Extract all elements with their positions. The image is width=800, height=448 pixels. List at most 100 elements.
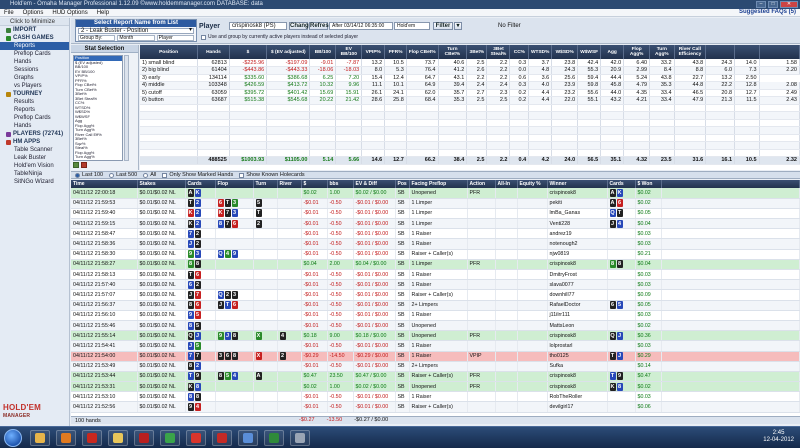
stats-row[interactable]: 4) middle 103348 $426.59 $413.72 10.32 9.96 11…: [140, 81, 800, 90]
maximize-button[interactable]: □: [768, 1, 778, 8]
stats-col-header[interactable]: [759, 45, 800, 59]
sidebar-item-hands[interactable]: Hands: [0, 122, 69, 130]
hand-winner[interactable]: lolprostarl: [547, 340, 608, 352]
refresh-button[interactable]: Refresh: [309, 22, 332, 30]
last500-radio[interactable]: [109, 172, 115, 178]
sidebar-item-preflop-cards[interactable]: Preflop Cards: [0, 114, 69, 122]
hand-row[interactable]: 04/11/12 21:52:56 $0.01/$0.02 NL 9 4 -$0.01-…: [71, 401, 800, 413]
stats-col-header[interactable]: $: [229, 45, 268, 59]
hand-winner[interactable]: DmitryFrost: [547, 269, 608, 281]
sidebar-item-preflop-cards[interactable]: Preflop Cards: [0, 50, 69, 58]
add-stat-icon[interactable]: [73, 162, 79, 168]
hands-col-won[interactable]: $ Won: [635, 180, 662, 188]
hands-col-cards[interactable]: Cards: [185, 180, 216, 188]
stats-col-header[interactable]: Position: [140, 45, 199, 59]
hand-row[interactable]: 04/11/12 22:00:18 $0.01/$0.02 NL A K $0.02 1.…: [71, 188, 800, 199]
change-button[interactable]: Change: [289, 22, 312, 30]
hand-winner[interactable]: downhill77: [547, 289, 608, 301]
hands-col-pos[interactable]: Pos: [395, 180, 410, 188]
stats-row[interactable]: 2) big blind 61404 -$443.86 -$443.33 -18.06-…: [140, 66, 800, 75]
stat-list-item[interactable]: Turn Agg%: [74, 154, 122, 160]
hands-col-equity[interactable]: Equity %: [517, 180, 548, 188]
hand-row[interactable]: 04/11/12 21:59:53 $0.01/$0.02 NL T 2 6 T 3 5 -$0…: [71, 198, 800, 209]
hand-winner[interactable]: pekiti: [547, 198, 608, 209]
stats-row[interactable]: 6) button 63687 $515.38 $545.68 20.22 21.42 28…: [140, 96, 800, 105]
hand-row[interactable]: 04/11/12 21:55:14 $0.01/$0.02 NL Q J 9 J 8 X 4 $0…: [71, 330, 800, 342]
hands-col-facing-preflop[interactable]: Facing Preflop: [409, 180, 468, 188]
chrome-icon[interactable]: [160, 430, 180, 446]
hand-row[interactable]: 04/11/12 21:59:15 $0.01/$0.02 NL K 2 8 7 6 2 -$0…: [71, 218, 800, 230]
date-filter-field[interactable]: After 03/14/12 06:35:00: [329, 22, 393, 30]
suggested-faqs-link[interactable]: Suggested FAQs (5): [739, 9, 796, 15]
stats-col-header[interactable]: BB/100: [309, 45, 337, 59]
remove-stat-icon[interactable]: [81, 162, 87, 168]
stats-col-header[interactable]: PFR%: [384, 45, 407, 59]
stats-col-header[interactable]: Agg: [600, 45, 625, 59]
hand-winner[interactable]: RafaelDoctor: [547, 300, 608, 311]
sidebar-item-tableninja[interactable]: TableNinja: [0, 170, 69, 178]
hand-winner[interactable]: andrez19: [547, 228, 608, 240]
hand-winner[interactable]: crispinosk8: [547, 259, 608, 271]
hand-winner[interactable]: Venti228: [547, 218, 608, 230]
stats-col-header[interactable]: River Call Efficiency: [674, 45, 707, 59]
stats-col-header[interactable]: 3Bet Steal%: [486, 45, 511, 59]
hands-col-all-in[interactable]: All-In: [495, 180, 518, 188]
hand-row[interactable]: 04/11/12 21:55:46 $0.01/$0.02 NL 8 5 -$0.01-…: [71, 320, 800, 332]
poker-icon[interactable]: [134, 430, 154, 446]
hand-row[interactable]: 04/11/12 21:58:13 $0.01/$0.02 NL T 6 -$0.01-…: [71, 269, 800, 281]
stats-col-header[interactable]: VPIP%: [361, 45, 386, 59]
excel-icon[interactable]: [264, 430, 284, 446]
sidebar-section-import[interactable]: IMPORT: [0, 26, 69, 34]
hand-row[interactable]: 04/11/12 21:53:49 $0.01/$0.02 NL 8 2 -$0.01-…: [71, 361, 800, 372]
hands-col-[interactable]: $: [301, 180, 328, 188]
stat-list[interactable]: Position $ (EV adjusted) BB/100 EV BB/100 VP…: [73, 55, 123, 161]
game-type-dropdown[interactable]: Hold'em: [394, 22, 430, 30]
hand-row[interactable]: 04/11/12 21:57:40 $0.01/$0.02 NL 6 2 -$0.01-…: [71, 279, 800, 291]
stats-col-header[interactable]: $ (EV adjusted): [266, 45, 311, 59]
stats-row[interactable]: 5) cutoff 63059 $395.72 $401.42 15.69 15.91 26…: [140, 89, 800, 97]
menu-help[interactable]: Help: [97, 10, 109, 16]
hand-row[interactable]: 04/11/12 21:57:07 $0.01/$0.02 NL J 7 Q 2 3 -$0.…: [71, 289, 800, 301]
hand-winner[interactable]: njw0819: [547, 249, 608, 260]
filter-options-button[interactable]: ▾: [454, 22, 462, 30]
hand-row[interactable]: 04/11/12 21:54:41 $0.01/$0.02 NL J 5 -$0.01-…: [71, 340, 800, 352]
hands-col-turn[interactable]: Turn: [253, 180, 278, 188]
start-button[interactable]: [4, 429, 22, 447]
stat-list-scrollbar[interactable]: [124, 55, 129, 161]
last100-radio[interactable]: [75, 172, 80, 178]
explorer-icon[interactable]: [30, 430, 50, 446]
close-button[interactable]: ✕: [780, 1, 798, 8]
stats-col-header[interactable]: W$SD%: [551, 45, 579, 59]
hands-col-action[interactable]: Action: [467, 180, 496, 188]
stats-col-header[interactable]: 3Bet%: [466, 45, 488, 59]
hand-row[interactable]: 04/11/12 21:58:30 $0.01/$0.02 NL 9 3 Q 4 9 -$0.…: [71, 249, 800, 260]
hand-winner[interactable]: crispinosk8: [547, 188, 608, 199]
sidebar-minimize[interactable]: Click to Minimize: [0, 18, 69, 26]
sidebar-item-hands[interactable]: Hands: [0, 58, 69, 66]
sidebar-item-vs-players[interactable]: vs Players: [0, 82, 69, 90]
hands-col-ev-diff[interactable]: EV & Diff: [353, 180, 396, 188]
group-by-month[interactable]: Month: [117, 35, 155, 41]
menu-file[interactable]: File: [4, 10, 14, 16]
hand-winner[interactable]: notenough2: [547, 238, 608, 250]
sidebar-section-players-72741[interactable]: PLAYERS (72741): [0, 130, 69, 138]
known-holecards-checkbox[interactable]: [239, 172, 245, 178]
sidebar-item-sitngo-wizard[interactable]: SitNGo Wizard: [0, 178, 69, 186]
sidebar-item-hold-em-vision[interactable]: Hold'em Vision: [0, 162, 69, 170]
hand-winner[interactable]: slava0077: [547, 279, 608, 291]
sidebar-item-graphs[interactable]: Graphs: [0, 74, 69, 82]
sidebar-item-reports[interactable]: Reports: [0, 106, 69, 114]
pdf-icon[interactable]: [82, 430, 102, 446]
folder-icon[interactable]: [108, 430, 128, 446]
stats-col-header[interactable]: Turn Agg%: [649, 45, 675, 59]
report-dropdown[interactable]: 2 - Leak Buster - Position: [78, 28, 194, 34]
hand-winner[interactable]: tho0125: [547, 351, 608, 362]
hand-row[interactable]: 04/11/12 21:58:27 $0.01/$0.02 NL 8 8 $0.04 2.…: [71, 259, 800, 271]
hand-row[interactable]: 04/11/12 21:53:10 $0.01/$0.02 NL 8 8 -$0.01-…: [71, 391, 800, 403]
stats-col-header[interactable]: WTSD%: [528, 45, 553, 59]
sidebar-item-leak-buster[interactable]: Leak Buster: [0, 154, 69, 162]
all-radio[interactable]: [143, 172, 149, 178]
menu-hud-options[interactable]: HUD Options: [52, 10, 87, 16]
stats-col-header[interactable]: [734, 45, 760, 59]
hand-winner[interactable]: crispinosk8: [547, 371, 608, 383]
